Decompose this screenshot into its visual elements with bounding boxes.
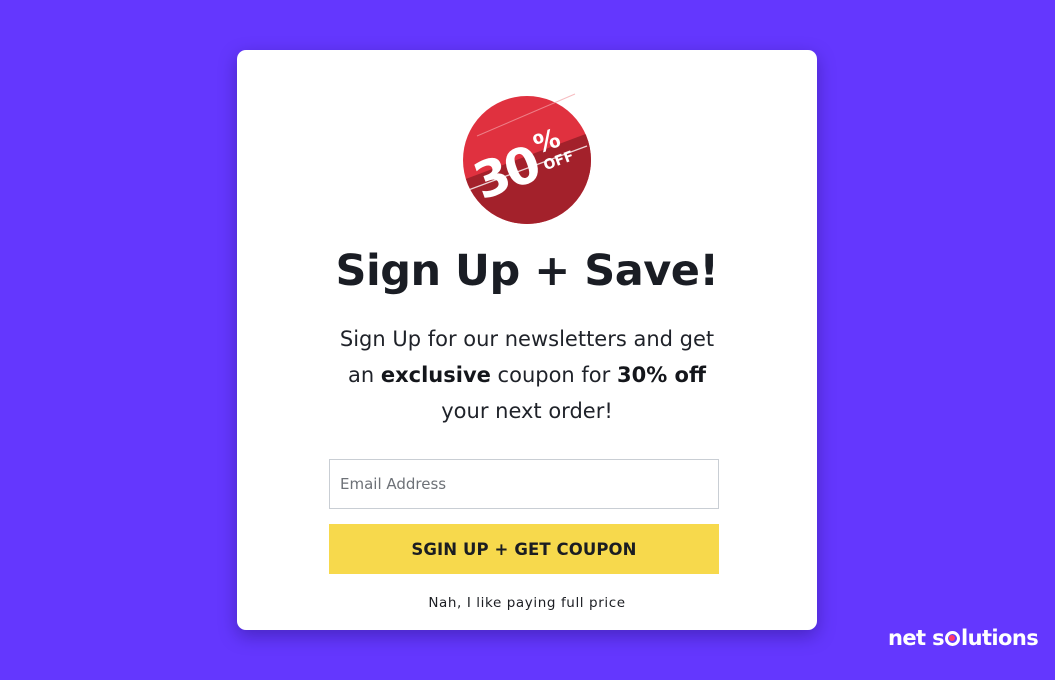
email-input[interactable] [329,459,719,509]
modal-headline: Sign Up + Save! [335,246,719,296]
description-line-2-start: an [348,363,381,387]
logo-text-start: net s [888,626,945,650]
description-discount: 30% off [616,363,706,387]
modal-description: Sign Up for our newsletters and get an e… [317,321,737,429]
description-line-1: Sign Up for our newsletters and get [339,327,715,351]
logo-o-icon [945,631,961,646]
description-line-3: your next order! [441,399,613,423]
decline-link[interactable]: Nah, I like paying full price [237,595,817,611]
discount-badge: 30 % OFF [462,93,591,224]
description-line-2-middle: coupon for [490,363,617,387]
signup-coupon-button[interactable]: SGIN UP + GET COUPON [329,524,719,574]
description-exclusive: exclusive [380,363,491,387]
logo-text-end: lutions [961,626,1039,650]
signup-modal: 30 % OFF Sign Up + Save! Sign Up for our… [237,50,817,630]
net-solutions-logo: net s lutions [888,626,1039,656]
